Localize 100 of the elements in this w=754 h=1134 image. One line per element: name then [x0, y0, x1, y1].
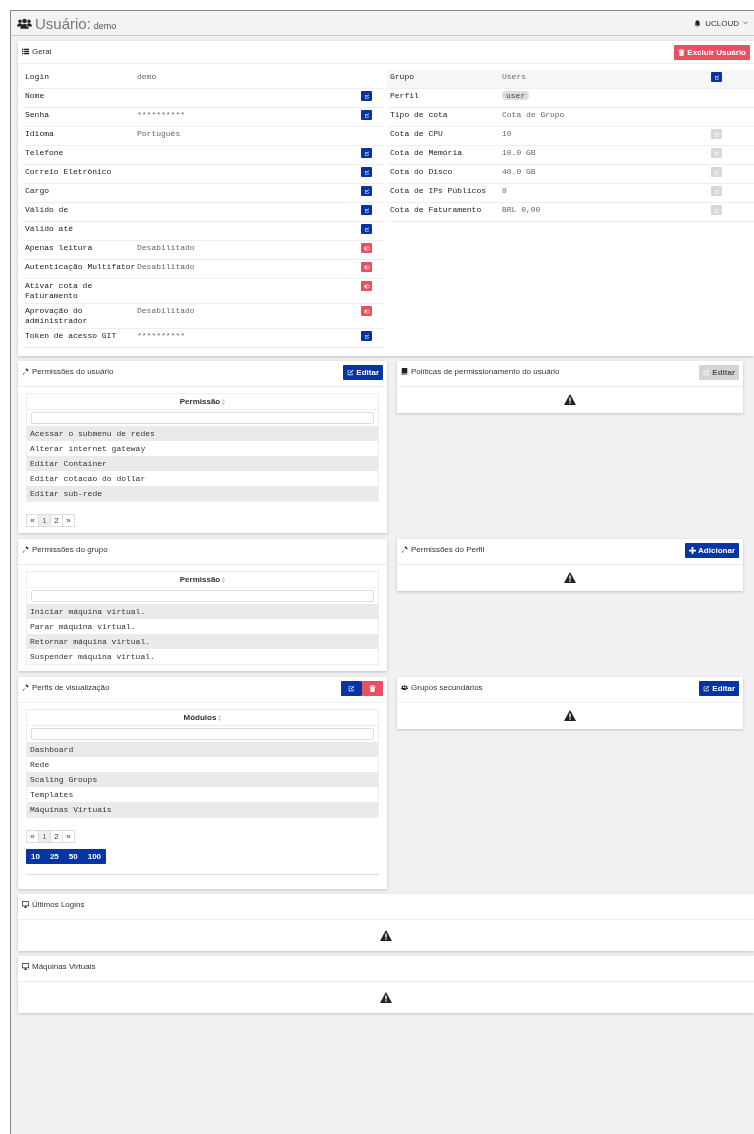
field-label: Login [25, 72, 50, 82]
edit-button[interactable] [361, 91, 372, 101]
field-label: Aprovação do administrador [25, 306, 89, 326]
filter-field[interactable] [31, 590, 374, 602]
page-size-button[interactable]: 50 [63, 849, 83, 864]
field-label: Nome [25, 91, 46, 101]
edit-button[interactable] [361, 331, 372, 341]
edit-icon [713, 131, 720, 137]
monitor-icon [22, 963, 29, 970]
table-row[interactable]: Dashboard [27, 742, 378, 757]
page-size-button[interactable]: 10 [26, 849, 45, 864]
field-label: Cota de CPU [390, 129, 444, 139]
sort-icon[interactable] [222, 398, 226, 405]
edit-button[interactable] [711, 72, 722, 82]
warning-icon [380, 992, 392, 1003]
field-label: Cota de Faturamento [390, 205, 483, 215]
edit-button[interactable] [361, 186, 372, 196]
trash-icon [678, 49, 686, 56]
table-row[interactable]: Máquinas Virtuais [27, 802, 378, 817]
field-label: Senha [25, 110, 50, 120]
field-label: Apenas leitura [25, 243, 94, 253]
field-value: Desabilitado [137, 243, 195, 252]
table-row[interactable]: Editar sub-rede [27, 486, 378, 501]
table-row[interactable]: Acessar o submenu de redes [27, 426, 378, 441]
warning-icon [564, 572, 576, 583]
panel-title: Geral [32, 47, 52, 56]
field-label: Idioma [25, 129, 55, 139]
field-value: Desabilitado [137, 262, 195, 271]
edit-icon [347, 369, 355, 376]
table-row[interactable]: Retornar máquina virtual. [27, 634, 378, 649]
toggle-button[interactable] [361, 306, 372, 316]
field-label: Token de acesso GIT [25, 331, 118, 341]
toggle-icon [363, 308, 370, 314]
bell-icon[interactable] [694, 19, 702, 27]
field-value: ********** [137, 331, 185, 340]
column-header[interactable]: Permissão [27, 394, 378, 410]
field-value: 40.0 GB [502, 167, 536, 176]
filter-field[interactable] [31, 412, 374, 424]
edit-icon [363, 333, 370, 339]
field-value: BRL 0,00 [502, 205, 541, 214]
user-menu[interactable]: UCLOUD [705, 18, 739, 28]
field-value: 0 [502, 186, 507, 195]
page-size-button[interactable]: 25 [44, 849, 64, 864]
edit-button[interactable] [341, 681, 362, 696]
field-label: Tipo de cota [390, 110, 449, 120]
field-label: Válido até [25, 224, 74, 234]
panel-title: Últimos Logins [32, 900, 85, 909]
warning-icon [380, 930, 392, 941]
panel-title: Máquinas Virtuais [32, 962, 96, 971]
page-subtitle: demo [93, 20, 117, 32]
column-header[interactable]: Permissão [27, 572, 378, 588]
edit-icon [703, 685, 711, 692]
panel-title: Permissões do Perfil [411, 545, 485, 554]
field-label: Cargo [25, 186, 50, 196]
delete-button[interactable] [362, 681, 383, 696]
wrench-icon [22, 368, 29, 375]
edit-button[interactable] [361, 167, 372, 177]
field-value: Users [502, 72, 526, 81]
page-button[interactable]: » [62, 514, 75, 527]
table-row[interactable]: Scaling Groups [27, 772, 378, 787]
edit-icon [713, 169, 720, 175]
add-button[interactable]: Adicionar [685, 543, 739, 558]
panel-title: Políticas de permissionamento do usuário [411, 367, 560, 376]
table-row[interactable]: Editar Container [27, 456, 378, 471]
page-size-button[interactable]: 100 [82, 849, 107, 864]
filter-field[interactable] [31, 728, 374, 740]
plus-icon [689, 547, 697, 554]
delete-user-button[interactable]: Excluir Usuário [674, 45, 750, 60]
page-button[interactable]: » [62, 830, 75, 843]
edit-button[interactable] [361, 205, 372, 215]
field-value: demo [137, 72, 157, 81]
field-value: ********** [137, 110, 185, 119]
edit-icon [713, 150, 720, 156]
field-label: Grupo [390, 72, 415, 82]
caret-icon[interactable] [743, 21, 748, 25]
users-icon [17, 17, 32, 29]
edit-button[interactable]: Editar [699, 681, 739, 696]
warning-icon [564, 710, 576, 721]
toggle-button[interactable] [361, 262, 372, 272]
field-label: Cota do Disco [390, 167, 454, 177]
wrench-icon [22, 546, 29, 553]
column-header[interactable]: Módulos [27, 710, 378, 726]
toggle-button[interactable] [361, 281, 372, 291]
table-row[interactable]: Iniciar máquina virtual. [27, 604, 378, 619]
users-icon [401, 684, 408, 691]
sort-icon[interactable] [218, 714, 222, 721]
toggle-icon [363, 245, 370, 251]
edit-button[interactable] [361, 110, 372, 120]
field-value: Cota de Grupo [502, 110, 565, 119]
edit-button[interactable] [361, 224, 372, 234]
wrench-icon [22, 684, 29, 691]
sort-icon[interactable] [222, 576, 226, 583]
field-label: Correio Eletrônico [25, 167, 113, 177]
edit-icon [363, 207, 370, 213]
edit-icon [363, 169, 370, 175]
toggle-button[interactable] [361, 243, 372, 253]
edit-icon [363, 112, 370, 118]
edit-button[interactable]: Editar [343, 365, 383, 380]
edit-icon [713, 188, 720, 194]
edit-button[interactable] [361, 148, 372, 158]
